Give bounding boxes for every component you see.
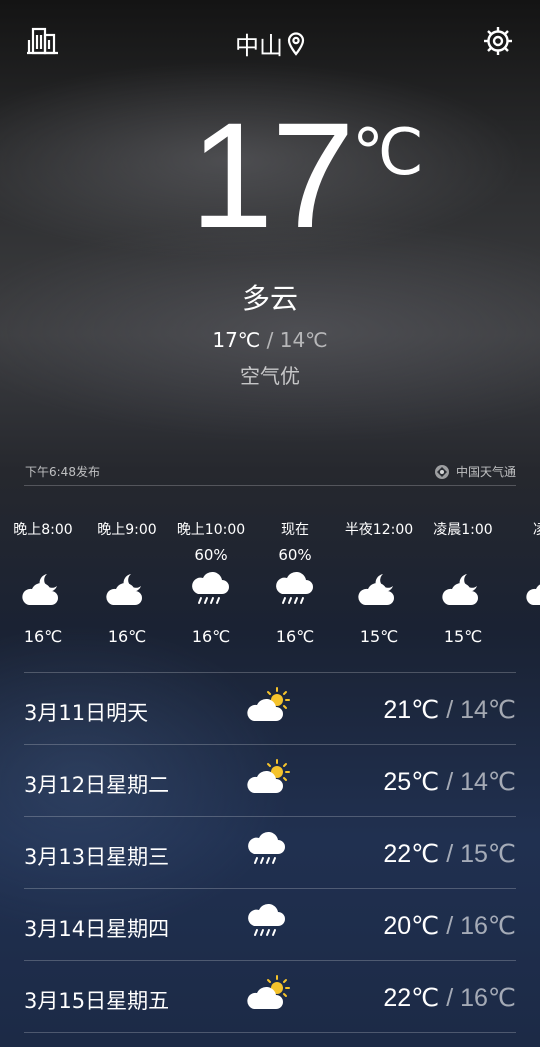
rain-icon — [253, 568, 337, 612]
divider — [24, 485, 516, 486]
hourly-item[interactable]: 晚上8:00 16℃ — [1, 519, 85, 646]
hour-label: 现在 — [281, 522, 309, 538]
day-high: 21℃ — [383, 696, 440, 724]
day-date: 3月12日星期二 — [24, 773, 170, 797]
precip-probability — [421, 546, 505, 568]
hour-temperature: 15℃ — [359, 627, 399, 646]
range-separator: / — [439, 840, 461, 868]
current-condition: 多云 — [241, 282, 298, 315]
hour-temperature: 16℃ — [275, 627, 315, 646]
hour-label: 凌晨1:00 — [433, 522, 493, 538]
gear-icon[interactable] — [482, 25, 514, 57]
hour-temperature: 15℃ — [443, 627, 483, 646]
partly-cloudy-icon — [247, 759, 291, 801]
cloudy-night-icon — [421, 568, 505, 612]
hour-temperature: 1 — [505, 627, 540, 646]
hour-temperature: 16℃ — [23, 627, 63, 646]
cloudy-night-icon — [85, 568, 169, 612]
daily-row[interactable]: 3月15日星期五 22℃ / 16℃ — [24, 961, 516, 1033]
daily-row[interactable]: 3月12日星期二 25℃ / 14℃ — [24, 745, 516, 817]
today-high: 17℃ — [212, 328, 261, 352]
range-separator: / — [260, 328, 280, 352]
today-low: 14℃ — [279, 328, 328, 352]
day-low: 14℃ — [460, 696, 516, 724]
weather-source-logo-icon — [434, 464, 450, 480]
daily-row[interactable]: 3月11日明天 21℃ / 14℃ — [24, 673, 516, 745]
cloudy-night-icon — [337, 568, 421, 612]
location-pin-icon — [287, 32, 305, 56]
current-temperature: 17 — [190, 91, 355, 259]
day-date: 3月15日星期五 — [24, 989, 170, 1013]
day-temperature-range: 22℃ / 16℃ — [383, 983, 516, 1013]
day-temperature-range: 25℃ / 14℃ — [383, 767, 516, 797]
hourly-item[interactable]: 凌晨 1 — [505, 519, 540, 646]
hourly-item[interactable]: 晚上10:00 60% 16℃ — [169, 519, 253, 646]
data-source[interactable]: 中国天气通 — [434, 463, 516, 480]
day-temperature-range: 22℃ / 15℃ — [383, 839, 516, 869]
day-low: 16℃ — [460, 984, 516, 1012]
hourly-item[interactable]: 现在 60% 16℃ — [253, 519, 337, 646]
hourly-item[interactable]: 晚上9:00 16℃ — [85, 519, 169, 646]
temperature-unit: ℃ — [352, 116, 424, 188]
day-high: 22℃ — [383, 984, 440, 1012]
precip-probability — [337, 546, 421, 568]
day-date: 3月14日星期四 — [24, 917, 170, 941]
day-temperature-range: 21℃ / 14℃ — [383, 695, 516, 725]
hour-label: 晚上8:00 — [13, 522, 73, 538]
partly-cloudy-icon — [247, 975, 291, 1017]
hour-temperature: 16℃ — [191, 627, 231, 646]
precip-probability: 60% — [278, 546, 312, 564]
day-high: 25℃ — [383, 768, 440, 796]
range-separator: / — [439, 768, 461, 796]
cloudy-night-icon — [505, 568, 540, 612]
hour-label: 晚上10:00 — [176, 522, 246, 538]
publish-time: 下午6:48发布 — [25, 465, 100, 479]
today-temperature-range: 17℃ / 14℃ — [0, 328, 540, 352]
daily-row[interactable]: 3月14日星期四 20℃ / 16℃ — [24, 889, 516, 961]
precip-probability: 60% — [194, 546, 228, 564]
data-source-label: 中国天气通 — [455, 465, 516, 479]
hour-temperature: 16℃ — [107, 627, 147, 646]
hour-label: 凌晨 — [505, 519, 540, 539]
day-temperature-range: 20℃ / 16℃ — [383, 911, 516, 941]
hourly-item[interactable]: 凌晨1:00 15℃ — [421, 519, 505, 646]
day-high: 22℃ — [383, 840, 440, 868]
hourly-item[interactable]: 半夜12:00 15℃ — [337, 519, 421, 646]
city-selector[interactable]: 中山 — [0, 26, 540, 61]
divider — [24, 1032, 516, 1033]
day-high: 20℃ — [383, 912, 440, 940]
day-date: 3月11日明天 — [24, 701, 149, 725]
precip-probability — [1, 546, 85, 568]
range-separator: / — [439, 912, 461, 940]
rain-icon — [247, 903, 287, 945]
day-low: 16℃ — [460, 912, 516, 940]
range-separator: / — [439, 696, 461, 724]
range-separator: / — [439, 984, 461, 1012]
city-name: 中山 — [235, 32, 283, 60]
day-date: 3月13日星期三 — [24, 845, 170, 869]
cloudy-night-icon — [1, 568, 85, 612]
day-low: 15℃ — [460, 840, 516, 868]
hour-label: 晚上9:00 — [97, 522, 157, 538]
daily-row[interactable]: 3月13日星期三 22℃ / 15℃ — [24, 817, 516, 889]
partly-cloudy-icon — [247, 687, 291, 729]
hour-label: 半夜12:00 — [344, 522, 414, 538]
precip-probability — [505, 546, 540, 568]
precip-probability — [85, 546, 169, 568]
air-quality[interactable]: 空气优 — [0, 360, 540, 389]
rain-icon — [169, 568, 253, 612]
rain-icon — [247, 831, 287, 873]
day-low: 14℃ — [460, 768, 516, 796]
